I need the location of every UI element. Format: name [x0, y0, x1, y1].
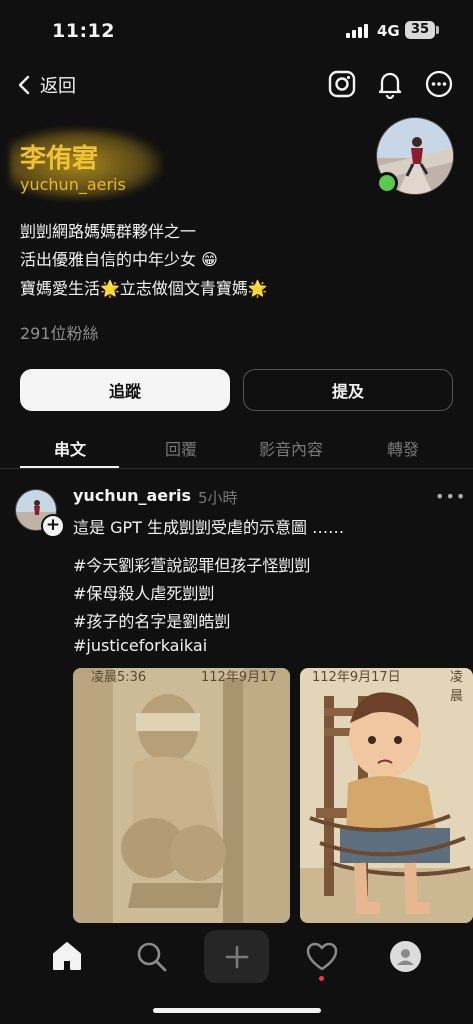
hashtag-link[interactable]: #justiceforkaikai — [73, 636, 207, 655]
image-caption: 112年9月17日 — [312, 670, 401, 685]
home-indicator — [153, 1008, 321, 1013]
profile-name: 李侑宭 — [20, 144, 99, 174]
plus-icon — [225, 945, 249, 969]
post-image[interactable]: 凌晨5:36 112年9月17 — [73, 668, 290, 923]
profile-icon[interactable] — [390, 941, 421, 972]
mention-button[interactable]: 提及 — [243, 369, 453, 411]
status-time: 11:12 — [52, 20, 115, 42]
post-time: 5小時 — [198, 489, 238, 507]
notification-dot — [319, 976, 324, 981]
tab-divider — [0, 468, 473, 469]
tab-threads[interactable]: 串文 — [20, 436, 120, 460]
hashtag-link[interactable]: #孩子的名字是劉皓剴 — [73, 608, 230, 632]
more-icon[interactable] — [424, 69, 454, 99]
follow-plus-icon[interactable]: + — [41, 514, 65, 538]
image-caption: 凌晨5:36 — [91, 670, 147, 685]
battery-tip — [436, 26, 439, 34]
hashtag-link[interactable]: #今天劉彩萱說認罪但孩子怪剴剴 — [73, 552, 310, 576]
bio-line: 寶媽愛生活🌟立志做個文青寶媽🌟 — [20, 279, 268, 298]
instagram-icon[interactable] — [327, 69, 357, 99]
network-label: 4G — [377, 22, 400, 40]
followers-count[interactable]: 291位粉絲 — [20, 320, 99, 344]
back-label: 返回 — [40, 76, 76, 97]
tab-reposts[interactable]: 轉發 — [353, 436, 453, 460]
new-post-button[interactable] — [204, 930, 269, 983]
bio-line: 剴剴網路媽媽群夥伴之一 — [20, 222, 197, 241]
image-caption: 凌晨 — [450, 670, 464, 704]
search-icon[interactable] — [136, 941, 168, 973]
post-text: 這是 GPT 生成剴剴受虐的示意圖 …… — [73, 518, 345, 537]
bell-icon[interactable] — [375, 69, 405, 99]
post-more-icon[interactable]: ••• — [435, 487, 466, 506]
post-image[interactable]: 112年9月17日 凌晨 — [300, 668, 473, 923]
signal-icon — [346, 24, 370, 38]
follow-button[interactable]: 追蹤 — [20, 369, 230, 411]
heart-icon[interactable] — [306, 942, 338, 972]
online-status-dot — [376, 172, 398, 194]
bio-line: 活出優雅自信的中年少女 😁 — [20, 250, 218, 269]
profile-handle: yuchun_aeris — [20, 175, 126, 194]
post-username[interactable]: yuchun_aeris — [73, 486, 191, 505]
tab-media[interactable]: 影音內容 — [241, 436, 341, 460]
home-icon[interactable] — [51, 941, 83, 971]
battery-icon: 35 — [405, 21, 435, 39]
chevron-left-icon — [18, 75, 30, 95]
back-button[interactable]: 返回 — [18, 72, 76, 98]
hashtag-link[interactable]: #保母殺人虐死剴剴 — [73, 580, 214, 604]
image-caption: 112年9月17 — [201, 670, 277, 685]
tab-replies[interactable]: 回覆 — [131, 436, 231, 460]
